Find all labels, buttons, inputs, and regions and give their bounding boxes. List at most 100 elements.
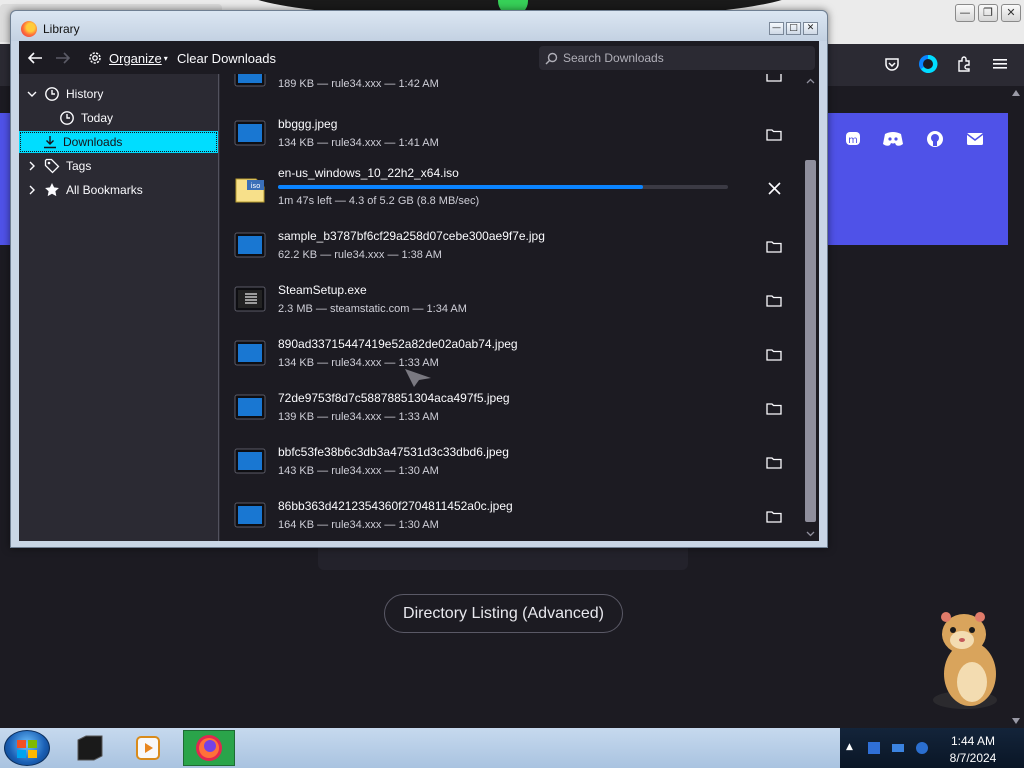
- show-in-folder-button[interactable]: [764, 507, 784, 525]
- directory-listing-button[interactable]: Directory Listing (Advanced): [384, 594, 623, 633]
- download-item[interactable]: bbfc53fe38b6c3db3a47531d3c33dbd6.jpeg 14…: [220, 435, 802, 489]
- organize-button[interactable]: Organize ▾: [87, 48, 168, 68]
- download-filename: SteamSetup.exe: [278, 283, 367, 297]
- library-window: Library — □ ✕ Organize ▾ Clear Downloads: [10, 10, 828, 548]
- back-arrow-icon: [27, 52, 42, 64]
- search-box[interactable]: [539, 46, 815, 70]
- volume-icon[interactable]: [914, 740, 930, 756]
- svg-text:m: m: [848, 135, 858, 146]
- download-item[interactable]: sample_b3787bf6cf29a258d07cebe300ae9f7e.…: [220, 219, 802, 273]
- back-button[interactable]: [27, 48, 43, 68]
- sidebar-item-label: Today: [81, 111, 114, 125]
- sidebar-item-downloads[interactable]: Downloads: [19, 131, 218, 153]
- page-scrollbar[interactable]: [1008, 86, 1024, 728]
- extensions-icon[interactable]: [952, 52, 976, 76]
- folder-icon: [766, 74, 782, 82]
- clock-time[interactable]: 1:44 AM: [940, 734, 1006, 748]
- download-icon: [44, 136, 56, 149]
- download-progress-fill: [278, 185, 643, 189]
- chevron-down-icon[interactable]: [26, 88, 38, 100]
- download-filename: 72de9753f8d7c58878851304aca497f5.jpeg: [278, 391, 510, 405]
- email-icon[interactable]: [964, 128, 986, 150]
- search-input[interactable]: [563, 51, 803, 65]
- download-item-in-progress[interactable]: iso en-us_windows_10_22h2_x64.iso 1m 47s…: [220, 161, 802, 219]
- browser-close-button[interactable]: ✕: [1001, 4, 1021, 22]
- download-filename: bbggg.jpeg: [278, 117, 338, 131]
- sidebar-item-label: Tags: [66, 159, 92, 173]
- windows-logo-icon: [17, 740, 37, 758]
- download-item[interactable]: 189 KB — rule34.xxx — 1:42 AM: [220, 74, 802, 102]
- show-in-folder-button[interactable]: [764, 291, 784, 309]
- show-in-folder-button[interactable]: [764, 399, 784, 417]
- tray-app-icon[interactable]: [866, 740, 882, 756]
- pocket-icon[interactable]: [880, 52, 904, 76]
- sidebar-item-label: All Bookmarks: [66, 183, 143, 197]
- folder-icon: [766, 128, 782, 141]
- downloads-progress-icon[interactable]: [916, 52, 940, 76]
- close-button[interactable]: ✕: [803, 22, 818, 35]
- library-titlebar[interactable]: Library — □ ✕: [11, 11, 827, 41]
- svg-text:iso: iso: [251, 182, 261, 190]
- image-file-icon: [234, 394, 266, 420]
- scroll-down-icon[interactable]: [806, 531, 815, 537]
- taskbar-app-terminal[interactable]: [64, 730, 116, 766]
- forward-button[interactable]: [55, 48, 71, 68]
- show-in-folder-button[interactable]: [764, 74, 784, 84]
- sidebar-item-all-bookmarks[interactable]: All Bookmarks: [19, 179, 218, 201]
- download-filename: bbfc53fe38b6c3db3a47531d3c33dbd6.jpeg: [278, 445, 509, 459]
- sidebar-item-today[interactable]: Today: [19, 107, 218, 129]
- show-in-folder-button[interactable]: [764, 345, 784, 363]
- network-icon[interactable]: [890, 740, 906, 756]
- close-icon: [767, 181, 781, 195]
- download-item[interactable]: bbggg.jpeg 134 KB — rule34.xxx — 1:41 AM: [220, 107, 802, 161]
- download-item[interactable]: 86bb363d4212354360f2704811452a0c.jpeg 16…: [220, 489, 802, 541]
- sidebar-item-tags[interactable]: Tags: [19, 155, 218, 177]
- scroll-up-icon[interactable]: [806, 78, 815, 84]
- browser-restore-button[interactable]: ❐: [978, 4, 998, 22]
- taskbar-app-media-player[interactable]: [122, 730, 174, 766]
- download-item[interactable]: SteamSetup.exe 2.3 MB — steamstatic.com …: [220, 273, 802, 327]
- minimize-button[interactable]: —: [769, 22, 784, 35]
- maximize-button[interactable]: □: [786, 22, 801, 35]
- image-file-icon: [234, 120, 266, 146]
- show-in-folder-button[interactable]: [764, 453, 784, 471]
- iso-file-icon: iso: [235, 178, 265, 203]
- show-in-folder-button[interactable]: [764, 237, 784, 255]
- tag-icon: [44, 158, 60, 174]
- download-filename: sample_b3787bf6cf29a258d07cebe300ae9f7e.…: [278, 229, 545, 243]
- library-toolbar: Organize ▾ Clear Downloads: [19, 41, 819, 74]
- firefox-icon: [21, 21, 37, 37]
- clock-date[interactable]: 8/7/2024: [940, 751, 1006, 765]
- hamster-image: [920, 604, 1010, 714]
- download-item[interactable]: 890ad33715447419e52a82de02a0ab74.jpeg 13…: [220, 327, 802, 381]
- folder-icon: [766, 510, 782, 523]
- download-item[interactable]: 72de9753f8d7c58878851304aca497f5.jpeg 13…: [220, 381, 802, 435]
- browser-minimize-button[interactable]: —: [955, 4, 975, 22]
- folder-icon: [766, 294, 782, 307]
- show-in-folder-button[interactable]: [764, 125, 784, 143]
- downloads-list[interactable]: 189 KB — rule34.xxx — 1:42 AM bbggg.jpeg…: [220, 74, 802, 541]
- folder-icon: [766, 348, 782, 361]
- menu-icon[interactable]: [988, 52, 1012, 76]
- search-icon: [545, 52, 558, 64]
- downloads-scrollbar[interactable]: [802, 74, 819, 541]
- firefox-icon: [196, 735, 222, 761]
- chevron-right-icon[interactable]: [26, 160, 38, 172]
- github-icon[interactable]: [924, 128, 946, 150]
- scrollbar-thumb[interactable]: [805, 160, 816, 522]
- organize-label: Organize: [109, 50, 162, 66]
- taskbar-app-firefox[interactable]: [183, 730, 235, 766]
- library-sidebar: History Today Downloads Tags All Bookmar…: [19, 74, 219, 541]
- discord-icon[interactable]: [882, 128, 904, 150]
- mastodon-icon[interactable]: m: [842, 128, 864, 150]
- chevron-right-icon[interactable]: [26, 184, 38, 196]
- clear-downloads-button[interactable]: Clear Downloads: [177, 48, 276, 68]
- star-icon: [45, 183, 59, 197]
- forward-arrow-icon: [56, 52, 71, 64]
- cancel-download-button[interactable]: [764, 179, 784, 197]
- folder-icon: [766, 402, 782, 415]
- start-button[interactable]: [4, 730, 50, 766]
- tray-expand-icon[interactable]: ▲: [846, 742, 853, 752]
- sidebar-item-history[interactable]: History: [19, 83, 218, 105]
- image-file-icon: [234, 232, 266, 258]
